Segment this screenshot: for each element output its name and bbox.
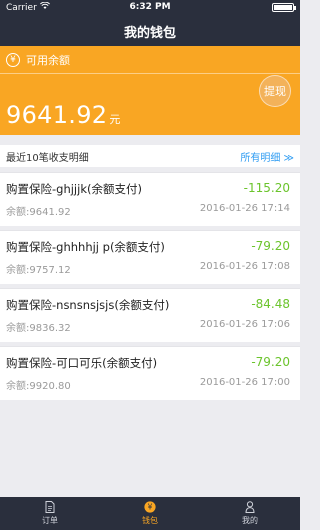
- transaction-name: 购置保险-ghhhhjj p(余额支付): [6, 240, 165, 254]
- transaction-date: 2016-01-26 17:08: [199, 261, 290, 272]
- battery-icon: [272, 3, 296, 12]
- transaction-row[interactable]: 购置保险-ghhhhjj p(余额支付) -79.20 余额:9757.12 2…: [0, 230, 300, 284]
- transaction-name: 购置保险-可口可乐(余额支付): [6, 356, 158, 370]
- balance-amount-row: 9641.92 元: [6, 101, 120, 129]
- tab-orders[interactable]: 订单: [0, 497, 100, 530]
- status-bar: Carrier 6:32 PM: [0, 0, 300, 16]
- withdraw-button[interactable]: 提现: [259, 75, 291, 107]
- transaction-date: 2016-01-26 17:14: [199, 203, 290, 214]
- balance-label-row: ¥ 可用余额: [6, 52, 70, 68]
- balance-amount: 9641.92: [6, 101, 108, 129]
- tab-mine[interactable]: 我的: [200, 497, 300, 530]
- tab-mine-label: 我的: [242, 516, 258, 525]
- status-time: 6:32 PM: [129, 2, 171, 12]
- transaction-balance: 余额:9757.12: [6, 265, 71, 276]
- document-icon: [44, 501, 56, 513]
- balance-label: 可用余额: [26, 54, 70, 67]
- transaction-amount: -79.20: [251, 239, 290, 253]
- yen-icon: ¥: [6, 53, 20, 67]
- transaction-name: 购置保险-ghjjjk(余额支付): [6, 182, 142, 196]
- transactions-title: 最近10笔收支明细: [6, 152, 89, 164]
- tab-bar: 订单 ¥ 钱包 我的: [0, 497, 300, 530]
- balance-card: ¥ 可用余额 9641.92 元 提现: [0, 46, 300, 135]
- yen-coin-icon: ¥: [144, 501, 156, 513]
- all-transactions-link[interactable]: 所有明细 ≫: [240, 149, 294, 164]
- transaction-row[interactable]: 购置保险-可口可乐(余额支付) -79.20 余额:9920.80 2016-0…: [0, 346, 300, 400]
- transaction-date: 2016-01-26 17:00: [199, 377, 290, 388]
- divider: [0, 73, 300, 74]
- transaction-balance: 余额:9836.32: [6, 323, 71, 334]
- svg-text:¥: ¥: [148, 503, 153, 512]
- transaction-date: 2016-01-26 17:06: [199, 319, 290, 330]
- transaction-balance: 余额:9920.80: [6, 381, 71, 392]
- balance-unit: 元: [109, 113, 121, 126]
- tab-orders-label: 订单: [42, 516, 58, 525]
- transaction-amount: -79.20: [251, 355, 290, 369]
- transaction-row[interactable]: 购置保险-ghjjjk(余额支付) -115.20 余额:9641.92 201…: [0, 172, 300, 226]
- page-title: 我的钱包: [123, 25, 176, 41]
- transaction-amount: -84.48: [251, 297, 290, 311]
- tab-wallet[interactable]: ¥ 钱包: [100, 497, 200, 530]
- tab-wallet-label: 钱包: [142, 516, 158, 525]
- transaction-row[interactable]: 购置保险-nsnsnsjsjs(余额支付) -84.48 余额:9836.32 …: [0, 288, 300, 342]
- transaction-amount: -115.20: [243, 181, 290, 195]
- person-icon: [244, 501, 256, 513]
- navigation-bar: 我的钱包: [0, 16, 300, 46]
- transaction-balance: 余额:9641.92: [6, 207, 71, 218]
- transactions-header: 最近10笔收支明细 所有明细 ≫: [0, 145, 300, 167]
- transaction-name: 购置保险-nsnsnsjsjs(余额支付): [6, 298, 170, 312]
